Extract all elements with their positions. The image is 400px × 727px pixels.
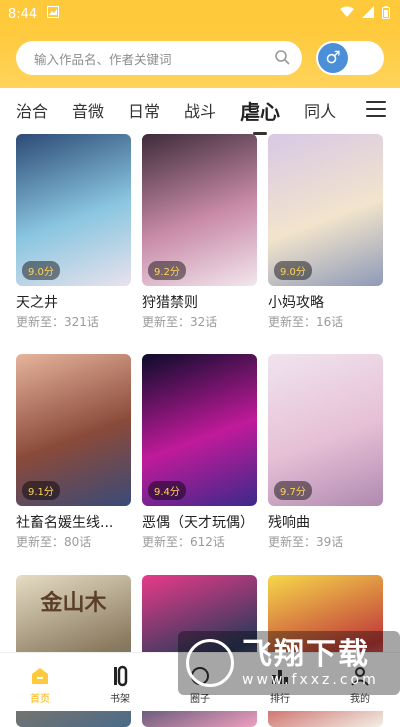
watermark-url: www.fxxz.com [242,672,379,688]
comic-cover: 9.1分 [16,354,131,506]
gender-toggle[interactable]: ♂ [316,41,384,75]
comic-cover: 9.0分 [16,134,131,286]
nav-label: 首页 [30,694,50,705]
comic-title: 狩猎禁则 [142,295,198,311]
update-status: 更新至：321话 [16,315,99,329]
comic-cover: 9.0分 [268,134,383,286]
status-bar: 8:44 [0,0,400,28]
menu-icon[interactable] [366,99,386,119]
update-status: 更新至：612话 [142,535,225,549]
male-icon: ♂ [318,43,348,73]
rating-badge: 9.1分 [22,481,60,500]
search-icon[interactable] [274,49,290,68]
bookshelf-icon [114,665,128,687]
rating-badge: 9.0分 [22,261,60,280]
watermark: 飞翔下载 www.fxxz.com [178,631,400,695]
comic-cover: 9.2分 [142,134,257,286]
comic-cover: 9.7分 [268,354,383,506]
tab-category-active[interactable]: 虐心 [230,96,290,125]
tab-category[interactable]: 同人 [294,98,346,122]
category-tabs: 治合 音微 日常 战斗 虐心 同人 [0,88,400,132]
comic-title: 天之井 [16,295,58,311]
comic-card[interactable]: 9.4分 恶偶（天才玩偶） 更新至：612话 [142,354,257,550]
update-status: 更新至：16话 [268,315,344,329]
clock: 8:44 [8,6,38,22]
tab-category[interactable]: 音微 [62,98,114,122]
comic-card[interactable]: 9.0分 天之井 更新至：321话 [16,134,131,330]
comic-card[interactable]: 9.7分 残响曲 更新至：39话 [268,354,383,550]
nav-label: 书架 [110,694,130,705]
watermark-text: 飞翔下载 [242,637,370,672]
header: 输入作品名、作者关键词 ♂ [0,28,400,88]
comic-card[interactable]: 9.1分 社畜名媛生线... 更新至：80话 [16,354,131,550]
comic-title: 小妈攻略 [268,295,324,311]
tab-category[interactable]: 战斗 [174,98,226,122]
search-placeholder: 输入作品名、作者关键词 [34,51,172,67]
rating-badge: 9.2分 [148,261,186,280]
update-status: 更新至：39话 [268,535,344,549]
signal-icon [362,6,374,22]
comic-card[interactable]: 9.0分 小妈攻略 更新至：16话 [268,134,383,330]
image-notification-icon [47,6,60,22]
comic-cover: 9.4分 [142,354,257,506]
wifi-icon [340,6,354,22]
rating-badge: 9.4分 [148,481,186,500]
cover-title-art: 金山木 [40,590,107,616]
rating-badge: 9.0分 [274,261,312,280]
home-icon [32,668,48,684]
comic-title: 恶偶（天才玩偶） [142,515,254,531]
tab-category[interactable]: 治合 [6,98,58,122]
battery-icon [382,5,390,23]
comic-title: 社畜名媛生线... [16,515,114,531]
comic-card[interactable]: 9.2分 狩猎禁则 更新至：32话 [142,134,257,330]
nav-home[interactable]: 首页 [0,653,80,711]
rating-badge: 9.7分 [274,481,312,500]
comic-title: 残响曲 [268,515,310,531]
update-status: 更新至：80话 [16,535,92,549]
watermark-logo-icon [186,639,234,687]
update-status: 更新至：32话 [142,315,218,329]
nav-bookshelf[interactable]: 书架 [80,653,160,711]
search-input[interactable]: 输入作品名、作者关键词 [16,41,302,75]
tab-category[interactable]: 日常 [118,98,170,122]
